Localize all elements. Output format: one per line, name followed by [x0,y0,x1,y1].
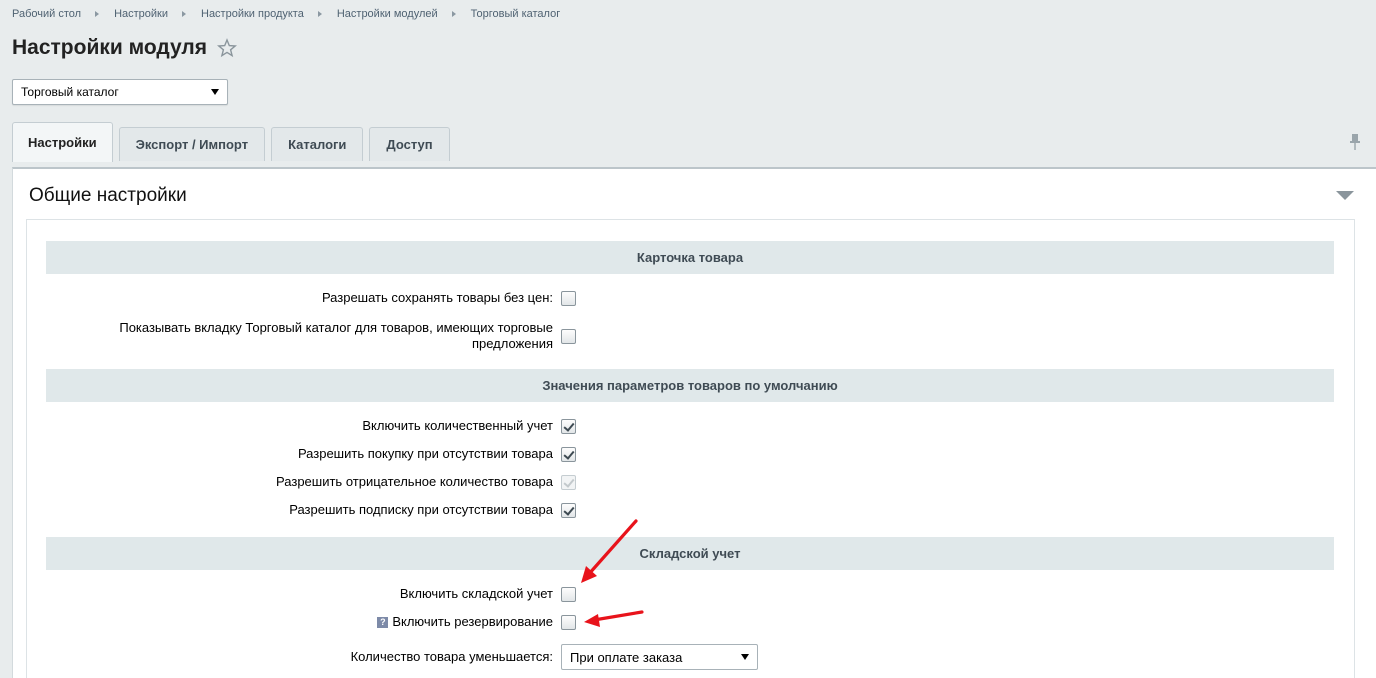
row-show-catalog-tab: Показывать вкладку Торговый каталог для … [46,320,1334,352]
tab-catalogs[interactable]: Каталоги [271,127,364,161]
allow-purchase-label: Разрешить покупку при отсутствии товара [297,446,553,461]
section-header-stock: Складской учет [46,537,1334,570]
tab-export-import[interactable]: Экспорт / Импорт [118,127,266,161]
breadcrumb-separator-icon [451,11,456,17]
save-without-price-label: Разрешать сохранять товары без цен: [321,290,553,305]
panel-title: Общие настройки [29,185,187,206]
help-icon[interactable]: ? [377,617,389,628]
star-icon[interactable] [217,38,238,58]
chevron-down-icon [741,654,749,660]
collapse-icon[interactable] [1336,191,1354,201]
section-header-defaults: Значения параметров товаров по умолчанию [46,369,1334,402]
show-catalog-tab-checkbox[interactable] [561,328,576,344]
allow-purchase-checkbox[interactable] [561,446,576,462]
show-catalog-tab-label: Показывать вкладку Торговый каталог для … [119,320,553,351]
row-allow-subscribe: Разрешить подписку при отсутствии товара [46,502,1334,518]
page-title-text: Настройки модуля [12,36,208,59]
tab-access[interactable]: Доступ [369,127,450,161]
breadcrumb-trade-catalog[interactable]: Торговый каталог [471,8,561,20]
enable-stock-label: Включить складской учет [399,586,553,601]
breadcrumb: Рабочий стол Настройки Настройки продукт… [12,8,560,20]
allow-subscribe-label: Разрешить подписку при отсутствии товара [289,502,553,517]
settings-panel: Общие настройки Карточка товара Разрешат… [12,167,1376,678]
enable-reserve-checkbox[interactable] [561,614,576,630]
row-enable-reserve: ? Включить резервирование [46,614,1334,630]
breadcrumb-separator-icon [95,11,100,17]
row-allow-negative: Разрешить отрицательное количество товар… [46,474,1334,490]
qty-decrease-select[interactable]: При оплате заказа [561,644,758,670]
module-select-value: Торговый каталог [21,85,119,99]
pin-icon[interactable] [1348,133,1362,151]
tab-settings[interactable]: Настройки [12,122,113,162]
enable-quantity-label: Включить количественный учет [362,418,553,433]
allow-negative-label: Разрешить отрицательное количество товар… [276,474,553,489]
enable-reserve-label: Включить резервирование [392,614,553,629]
settings-form: Карточка товара Разрешать сохранять това… [26,219,1355,678]
breadcrumb-separator-icon [317,11,322,17]
enable-reserve-label-wrap: ? Включить резервирование [46,614,561,630]
qty-decrease-label: Количество товара уменьшается: [350,649,553,664]
save-without-price-checkbox[interactable] [561,290,576,306]
section-header-product-card: Карточка товара [46,241,1334,274]
page-title: Настройки модуля [12,36,238,60]
chevron-down-icon [211,89,219,95]
breadcrumb-module-settings[interactable]: Настройки модулей [337,8,438,20]
breadcrumb-separator-icon [182,11,186,17]
tab-bar: Настройки Экспорт / Импорт Каталоги Дост… [12,122,456,162]
qty-decrease-value: При оплате заказа [570,649,683,665]
row-enable-quantity: Включить количественный учет [46,418,1334,434]
row-save-without-price: Разрешать сохранять товары без цен: [46,290,1334,306]
enable-quantity-checkbox[interactable] [561,418,576,434]
row-enable-stock: Включить складской учет [46,586,1334,602]
enable-stock-checkbox[interactable] [561,586,576,602]
allow-negative-checkbox[interactable] [561,474,576,490]
row-allow-purchase: Разрешить покупку при отсутствии товара [46,446,1334,462]
breadcrumb-desktop[interactable]: Рабочий стол [12,8,81,20]
breadcrumb-product-settings[interactable]: Настройки продукта [201,8,304,20]
breadcrumb-settings[interactable]: Настройки [114,8,168,20]
module-select[interactable]: Торговый каталог [12,79,228,105]
allow-subscribe-checkbox[interactable] [561,502,576,518]
row-qty-decrease: Количество товара уменьшается: При оплат… [46,644,1334,670]
